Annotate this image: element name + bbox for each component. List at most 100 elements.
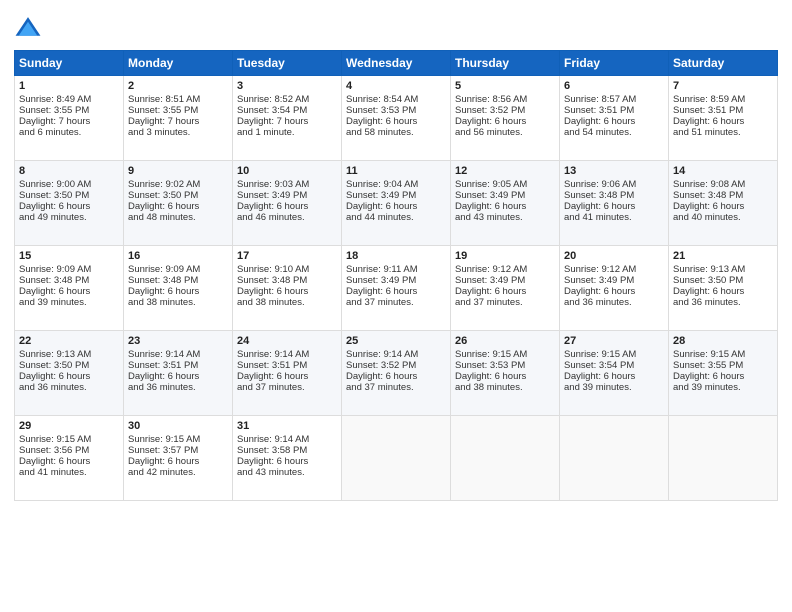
day-info: and 51 minutes. [673,127,773,138]
calendar-day: 13Sunrise: 9:06 AMSunset: 3:48 PMDayligh… [560,161,669,246]
calendar-week: 22Sunrise: 9:13 AMSunset: 3:50 PMDayligh… [15,331,778,416]
day-info: and 42 minutes. [128,467,228,478]
day-info: Sunrise: 8:49 AM [19,94,119,105]
day-info: Daylight: 6 hours [346,201,446,212]
day-info: and 1 minute. [237,127,337,138]
day-number: 24 [237,335,337,347]
day-info: and 54 minutes. [564,127,664,138]
page: SundayMondayTuesdayWednesdayThursdayFrid… [0,0,792,612]
day-info: and 6 minutes. [19,127,119,138]
day-info: and 43 minutes. [455,212,555,223]
day-info: Sunrise: 9:14 AM [237,349,337,360]
day-info: Sunrise: 9:14 AM [346,349,446,360]
day-info: Daylight: 6 hours [455,116,555,127]
day-info: and 38 minutes. [128,297,228,308]
day-info: Sunrise: 9:00 AM [19,179,119,190]
day-info: Daylight: 6 hours [346,371,446,382]
day-info: Sunrise: 9:13 AM [19,349,119,360]
calendar-day: 31Sunrise: 9:14 AMSunset: 3:58 PMDayligh… [233,416,342,501]
day-info: Daylight: 6 hours [346,286,446,297]
day-info: Sunrise: 9:09 AM [19,264,119,275]
day-number: 6 [564,80,664,92]
day-number: 26 [455,335,555,347]
day-info: Daylight: 6 hours [564,116,664,127]
day-number: 16 [128,250,228,262]
day-info: and 38 minutes. [455,382,555,393]
day-info: and 43 minutes. [237,467,337,478]
calendar-day: 16Sunrise: 9:09 AMSunset: 3:48 PMDayligh… [124,246,233,331]
day-info: Sunrise: 8:59 AM [673,94,773,105]
weekday-header: Friday [560,51,669,76]
day-info: Sunset: 3:49 PM [455,275,555,286]
day-info: and 37 minutes. [346,382,446,393]
day-info: and 39 minutes. [19,297,119,308]
day-info: Daylight: 6 hours [455,201,555,212]
day-info: and 46 minutes. [237,212,337,223]
day-info: Daylight: 6 hours [19,286,119,297]
calendar-day: 17Sunrise: 9:10 AMSunset: 3:48 PMDayligh… [233,246,342,331]
day-info: Daylight: 6 hours [564,371,664,382]
day-info: Daylight: 6 hours [128,286,228,297]
day-info: Sunset: 3:49 PM [564,275,664,286]
day-info: Sunset: 3:50 PM [19,190,119,201]
calendar-week: 1 Sunrise: 8:49 AMSunset: 3:55 PM Daylight… [15,76,778,161]
logo [14,14,46,42]
day-number: 14 [673,165,773,177]
logo-icon [14,14,42,42]
calendar-week: 29Sunrise: 9:15 AMSunset: 3:56 PMDayligh… [15,416,778,501]
day-info: Sunrise: 8:54 AM [346,94,446,105]
day-info: Sunset: 3:55 PM [19,105,119,116]
day-info: and 41 minutes. [564,212,664,223]
calendar-day: 15 Sunrise: 9:09 AMSunset: 3:48 PMDayligh… [15,246,124,331]
day-info: and 37 minutes. [237,382,337,393]
day-info: and 37 minutes. [455,297,555,308]
day-info: Sunset: 3:56 PM [19,445,119,456]
day-info: Sunset: 3:55 PM [673,360,773,371]
day-info: and 36 minutes. [564,297,664,308]
day-info: and 3 minutes. [128,127,228,138]
day-number: 15 [19,250,119,262]
day-info: Sunset: 3:58 PM [237,445,337,456]
day-info: Sunrise: 9:12 AM [455,264,555,275]
calendar-day [669,416,778,501]
calendar-day: 2Sunrise: 8:51 AMSunset: 3:55 PMDaylight… [124,76,233,161]
calendar-day: 14Sunrise: 9:08 AMSunset: 3:48 PMDayligh… [669,161,778,246]
day-info: and 36 minutes. [673,297,773,308]
day-number: 17 [237,250,337,262]
day-number: 10 [237,165,337,177]
calendar-day: 6Sunrise: 8:57 AMSunset: 3:51 PMDaylight… [560,76,669,161]
day-info: Sunset: 3:51 PM [128,360,228,371]
day-info: Sunrise: 9:15 AM [19,434,119,445]
weekday-header: Saturday [669,51,778,76]
day-info: Sunset: 3:51 PM [673,105,773,116]
day-info: Sunrise: 8:56 AM [455,94,555,105]
calendar-day: 26Sunrise: 9:15 AMSunset: 3:53 PMDayligh… [451,331,560,416]
day-info: Sunset: 3:54 PM [564,360,664,371]
day-info: Sunset: 3:50 PM [673,275,773,286]
day-info: Sunrise: 8:51 AM [128,94,228,105]
day-number: 18 [346,250,446,262]
day-info: Daylight: 6 hours [128,456,228,467]
day-info: Sunrise: 8:52 AM [237,94,337,105]
day-number: 1 [19,80,119,92]
day-number: 13 [564,165,664,177]
calendar-day: 9Sunrise: 9:02 AMSunset: 3:50 PMDaylight… [124,161,233,246]
calendar-day: 3Sunrise: 8:52 AMSunset: 3:54 PMDaylight… [233,76,342,161]
day-info: Sunrise: 9:11 AM [346,264,446,275]
calendar-day: 1Sunrise: 8:49 AMSunset: 3:55 PMDaylight… [15,76,124,161]
day-info: and 49 minutes. [19,212,119,223]
day-info: Sunset: 3:51 PM [564,105,664,116]
day-info: Sunrise: 9:15 AM [455,349,555,360]
calendar-day: 25Sunrise: 9:14 AMSunset: 3:52 PMDayligh… [342,331,451,416]
day-info: and 41 minutes. [19,467,119,478]
day-info: and 58 minutes. [346,127,446,138]
calendar-day: 28Sunrise: 9:15 AMSunset: 3:55 PMDayligh… [669,331,778,416]
day-info: Daylight: 6 hours [19,456,119,467]
calendar-day: 19Sunrise: 9:12 AMSunset: 3:49 PMDayligh… [451,246,560,331]
day-number: 25 [346,335,446,347]
header [14,10,778,42]
day-number: 28 [673,335,773,347]
calendar-day: 4Sunrise: 8:54 AMSunset: 3:53 PMDaylight… [342,76,451,161]
day-info: Daylight: 6 hours [237,286,337,297]
day-info: Sunset: 3:48 PM [19,275,119,286]
